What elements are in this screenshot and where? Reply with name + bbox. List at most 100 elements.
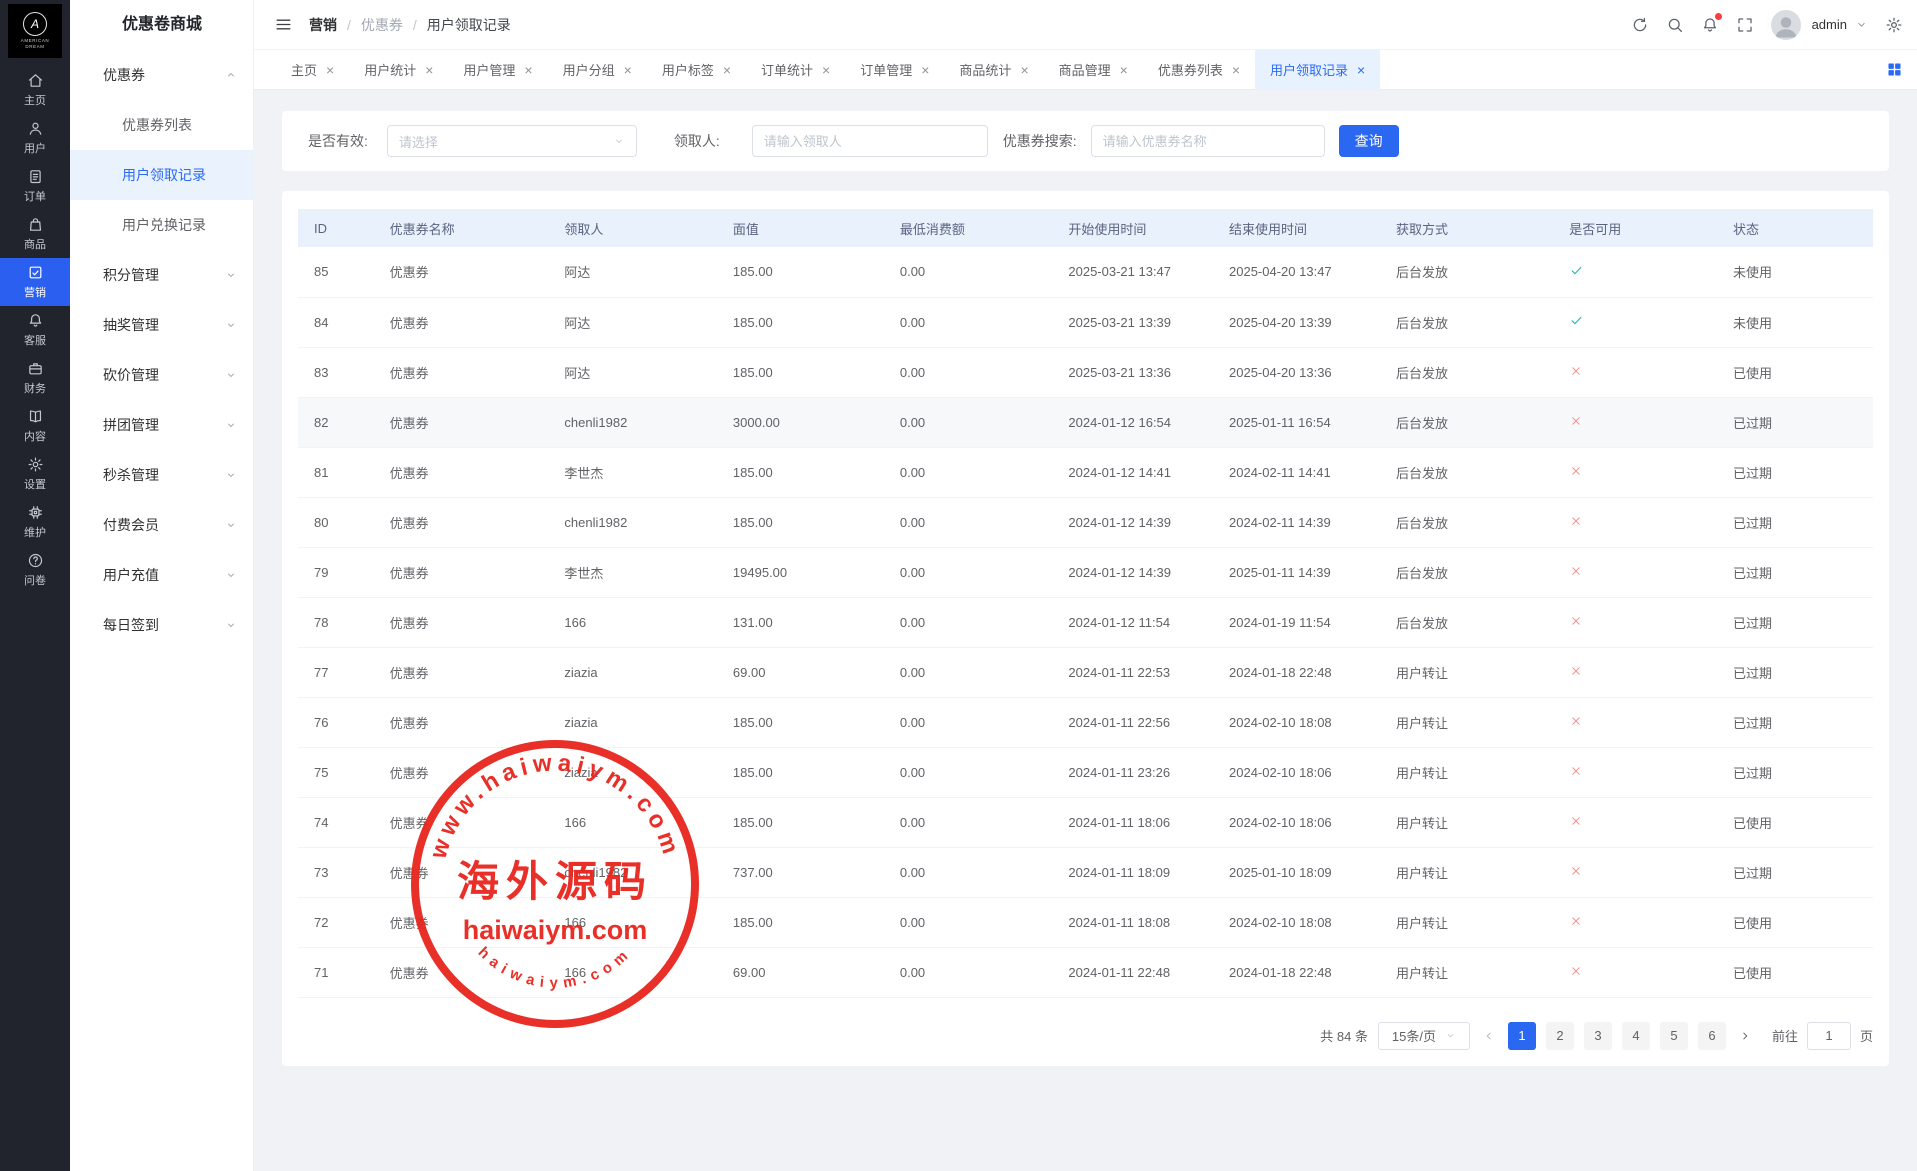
sidebar-group-秒杀管理[interactable]: 秒杀管理 [70, 450, 253, 500]
rail-item-order[interactable]: 订单 [0, 162, 70, 210]
tab-商品管理[interactable]: 商品管理× [1044, 50, 1143, 90]
page-button-6[interactable]: 6 [1698, 1022, 1726, 1050]
sidebar-group-砍价管理[interactable]: 砍价管理 [70, 350, 253, 400]
cell-value: 185.00 [717, 497, 884, 547]
tab-订单管理[interactable]: 订单管理× [845, 50, 944, 90]
sidebar-group-coupon[interactable]: 优惠券 [70, 50, 253, 100]
page-button-2[interactable]: 2 [1546, 1022, 1574, 1050]
refresh-icon[interactable] [1631, 16, 1649, 34]
rail-item-content[interactable]: 内容 [0, 402, 70, 450]
tab-用户统计[interactable]: 用户统计× [349, 50, 448, 90]
close-icon[interactable]: × [1357, 63, 1365, 77]
sidebar-item-优惠券列表[interactable]: 优惠券列表 [70, 100, 253, 150]
rail-item-service[interactable]: 客服 [0, 306, 70, 354]
cell-method: 后台发放 [1380, 547, 1553, 597]
cell-end: 2024-02-10 18:08 [1213, 697, 1380, 747]
order-icon [27, 168, 44, 185]
sidebar-group-拼团管理[interactable]: 拼团管理 [70, 400, 253, 450]
table-row: 83优惠券阿达185.000.002025-03-21 13:362025-04… [298, 347, 1873, 397]
app-root: A AMERICANDREAM 主页用户订单商品营销客服财务内容设置维护问卷 优… [0, 0, 1917, 1171]
breadcrumb-coupon[interactable]: 优惠券 [361, 15, 403, 35]
rail-item-marketing[interactable]: 营销 [0, 258, 70, 306]
fullscreen-icon[interactable] [1736, 16, 1754, 34]
cell-value: 737.00 [717, 847, 884, 897]
sidebar-group-抽奖管理[interactable]: 抽奖管理 [70, 300, 253, 350]
receiver-input[interactable] [752, 125, 988, 157]
page-button-3[interactable]: 3 [1584, 1022, 1612, 1050]
rail-item-finance[interactable]: 财务 [0, 354, 70, 402]
cell-min_spend: 0.00 [884, 297, 1053, 347]
cell-status: 已使用 [1717, 347, 1873, 397]
notification-bell[interactable] [1701, 16, 1719, 34]
gear-icon[interactable] [1885, 16, 1903, 34]
chevron-down-icon[interactable] [1855, 18, 1868, 31]
coupon-search-input[interactable] [1091, 125, 1325, 157]
query-button[interactable]: 查询 [1339, 125, 1399, 157]
page-size-select[interactable]: 15条/页 [1378, 1022, 1470, 1050]
grid-layout-icon[interactable] [1886, 61, 1903, 78]
next-page-icon[interactable] [1738, 1029, 1752, 1043]
breadcrumb-marketing[interactable]: 营销 [309, 15, 337, 35]
cell-receiver: 李世杰 [548, 447, 717, 497]
close-icon[interactable]: × [921, 63, 929, 77]
close-icon[interactable]: × [524, 63, 532, 77]
sidebar-group-积分管理[interactable]: 积分管理 [70, 250, 253, 300]
valid-select[interactable]: 请选择 [387, 125, 637, 157]
avatar[interactable] [1771, 10, 1801, 40]
sidebar-group-付费会员[interactable]: 付费会员 [70, 500, 253, 550]
sidebar-group-label: 每日签到 [103, 615, 159, 635]
page-button-1[interactable]: 1 [1508, 1022, 1536, 1050]
page-button-5[interactable]: 5 [1660, 1022, 1688, 1050]
tab-优惠券列表[interactable]: 优惠券列表× [1143, 50, 1255, 90]
close-icon[interactable]: × [1232, 63, 1240, 77]
records-table: ID优惠券名称领取人面值最低消费额开始使用时间结束使用时间获取方式是否可用状态 … [298, 209, 1873, 998]
tab-用户领取记录[interactable]: 用户领取记录× [1255, 50, 1380, 90]
goto-page-input[interactable] [1807, 1022, 1851, 1050]
prev-page-icon[interactable] [1482, 1029, 1496, 1043]
tab-用户标签[interactable]: 用户标签× [647, 50, 746, 90]
rail-item-goods[interactable]: 商品 [0, 210, 70, 258]
chevdown-icon [225, 269, 237, 281]
cell-value: 131.00 [717, 597, 884, 647]
tab-用户管理[interactable]: 用户管理× [448, 50, 547, 90]
sidebar-group-用户充值[interactable]: 用户充值 [70, 550, 253, 600]
close-icon[interactable]: × [624, 63, 632, 77]
breadcrumb-separator: / [413, 17, 417, 33]
close-icon[interactable]: × [822, 63, 830, 77]
rail-item-label: 客服 [24, 332, 46, 348]
sidebar-group-每日签到[interactable]: 每日签到 [70, 600, 253, 650]
cell-available [1553, 247, 1717, 297]
tab-商品统计[interactable]: 商品统计× [944, 50, 1043, 90]
close-icon[interactable]: × [1120, 63, 1128, 77]
tab-用户分组[interactable]: 用户分组× [548, 50, 647, 90]
close-icon[interactable]: × [1020, 63, 1028, 77]
rail-item-user[interactable]: 用户 [0, 114, 70, 162]
sidebar-item-用户领取记录[interactable]: 用户领取记录 [70, 150, 253, 200]
rail-item-survey[interactable]: 问卷 [0, 546, 70, 594]
cell-id: 79 [298, 547, 374, 597]
rail-item-label: 用户 [24, 140, 46, 156]
page-button-4[interactable]: 4 [1622, 1022, 1650, 1050]
cell-name: 优惠券 [374, 247, 549, 297]
topbar-actions: admin [1631, 10, 1903, 40]
close-icon[interactable]: × [723, 63, 731, 77]
cell-end: 2024-02-11 14:41 [1213, 447, 1380, 497]
cell-available [1553, 897, 1717, 947]
brand-logo[interactable]: A AMERICANDREAM [8, 4, 62, 58]
cell-status: 已使用 [1717, 947, 1873, 997]
receiver-label: 领取人: [674, 131, 720, 151]
tab-主页[interactable]: 主页× [276, 50, 349, 90]
search-icon[interactable] [1666, 16, 1684, 34]
close-icon[interactable]: × [425, 63, 433, 77]
chevdown-icon [225, 319, 237, 331]
rail-item-maintain[interactable]: 维护 [0, 498, 70, 546]
close-icon[interactable]: × [326, 63, 334, 77]
tab-订单统计[interactable]: 订单统计× [746, 50, 845, 90]
rail-item-home[interactable]: 主页 [0, 66, 70, 114]
column-header-ID: ID [298, 209, 374, 247]
username[interactable]: admin [1812, 17, 1847, 32]
rail-item-settings[interactable]: 设置 [0, 450, 70, 498]
collapse-menu-icon[interactable] [274, 15, 293, 34]
sidebar-item-用户兑换记录[interactable]: 用户兑换记录 [70, 200, 253, 250]
cell-id: 76 [298, 697, 374, 747]
